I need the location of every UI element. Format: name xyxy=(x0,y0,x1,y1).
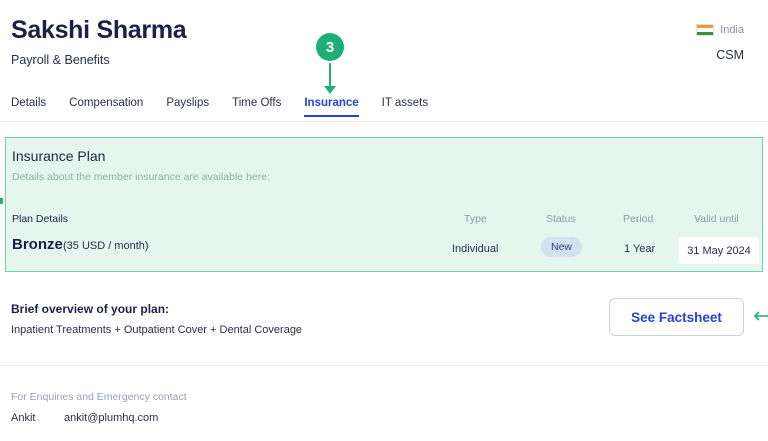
arrow-left-icon xyxy=(753,311,768,321)
country-indicator: India xyxy=(696,24,744,36)
contact-email[interactable]: ankit@plumhq.com xyxy=(64,412,158,424)
profile-name: Sakshi Sharma xyxy=(11,16,187,44)
profile-header: Sakshi Sharma Payroll & Benefits India C… xyxy=(0,0,768,122)
column-type: Type xyxy=(464,213,487,225)
highlight-marker xyxy=(0,198,3,204)
profile-role: Payroll & Benefits xyxy=(11,53,110,67)
team-label: CSM xyxy=(716,48,744,62)
tab-time-offs[interactable]: Time Offs xyxy=(232,97,281,117)
status-badge: New xyxy=(541,237,583,257)
overview-text: Inpatient Treatments + Outpatient Cover … xyxy=(11,324,303,336)
step-badge: 3 xyxy=(316,33,344,61)
column-status: Status xyxy=(546,213,576,225)
plan-name: Bronze xyxy=(12,236,63,253)
plan-period: 1 Year xyxy=(624,243,656,255)
tab-insurance[interactable]: Insurance xyxy=(304,97,359,117)
column-period: Period xyxy=(623,213,654,225)
plan-price: (35 USD / month) xyxy=(63,240,149,252)
tab-compensation[interactable]: Compensation xyxy=(69,97,143,117)
india-flag-icon xyxy=(696,24,715,36)
column-plan-details: Plan Details xyxy=(12,213,69,225)
card-subtitle: Details about the member insurance are a… xyxy=(12,171,270,183)
profile-tabs: Details Compensation Payslips Time Offs … xyxy=(11,97,428,117)
overview-title: Brief overview of your plan: xyxy=(11,302,170,316)
plan-type: Individual xyxy=(452,243,499,255)
arrow-down-icon-head xyxy=(324,86,336,94)
insurance-plan-card: Insurance Plan Details about the member … xyxy=(5,137,763,272)
card-title: Insurance Plan xyxy=(12,148,106,164)
section-divider xyxy=(0,365,768,366)
tab-details[interactable]: Details xyxy=(11,97,46,117)
valid-until-date: 31 May 2024 xyxy=(679,237,759,264)
column-valid-until: Valid until xyxy=(694,213,739,225)
country-label: India xyxy=(720,24,744,36)
tab-payslips[interactable]: Payslips xyxy=(166,97,209,117)
see-factsheet-button[interactable]: See Factsheet xyxy=(609,298,744,336)
tab-it-assets[interactable]: IT assets xyxy=(382,97,428,117)
enquiry-label: For Enquiries and Emergency contact xyxy=(11,391,187,403)
contact-name: Ankit xyxy=(11,412,36,424)
